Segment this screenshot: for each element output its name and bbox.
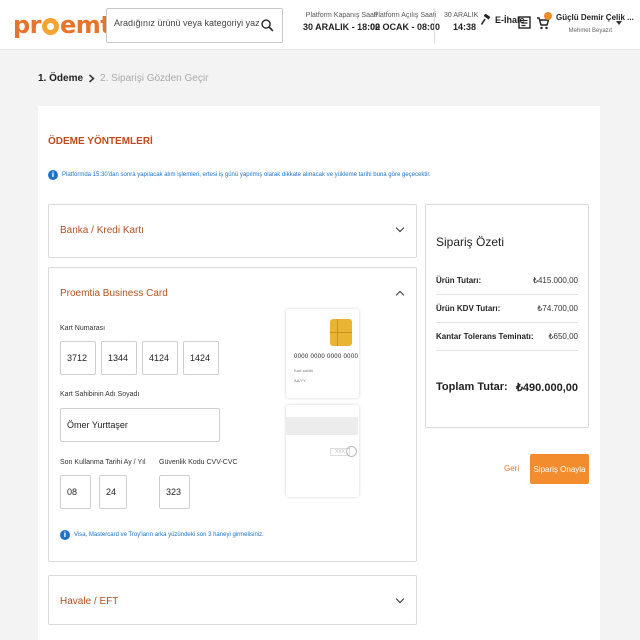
- cvv-field[interactable]: 323: [159, 475, 190, 509]
- bank-card-title: Banka / Kredi Kartı: [60, 225, 144, 236]
- cvv-highlight-icon: [346, 446, 357, 457]
- chevron-down-icon[interactable]: [395, 594, 405, 604]
- chevron-down-icon[interactable]: [616, 21, 622, 25]
- payment-methods-title: ÖDEME YÖNTEMLERİ: [48, 136, 153, 147]
- chevron-down-icon[interactable]: [395, 223, 405, 233]
- total-label: Toplam Tutar:: [436, 381, 508, 393]
- summary-value: ₺650,00: [548, 332, 578, 341]
- transfer-title: Havale / EFT: [60, 596, 119, 607]
- info-notice-text: Platformda 15:30'dan sonra yapılacak alı…: [62, 172, 431, 178]
- card-back-preview: XXX: [286, 405, 359, 497]
- summary-divider: [436, 294, 578, 295]
- opening-time-value: 02 OCAK - 08:00: [370, 22, 441, 32]
- card-holder-field[interactable]: Ömer Yurttaşer: [60, 408, 220, 442]
- breadcrumb: 1. Ödeme 2. Siparişi Gözden Geçir: [38, 73, 208, 84]
- summary-row-product: Ürün Tutarı: ₺415.000,00: [436, 276, 578, 285]
- card-number-part-3[interactable]: 4124: [142, 341, 178, 375]
- search-box[interactable]: [106, 8, 283, 43]
- current-time: 14:38: [453, 22, 477, 32]
- card-number-label: Kart Numarası: [60, 325, 106, 332]
- current-datetime: 30 ARALIK 14:38: [444, 12, 478, 32]
- closing-time-label: Platform Kapanış Saati: [305, 12, 378, 19]
- summary-total: Toplam Tutar: ₺490.000,00: [436, 381, 578, 394]
- card-chip-icon: [330, 319, 352, 346]
- info-notice: i Platformda 15:30'dan sonra yapılacak a…: [48, 170, 431, 180]
- user-name: Mehmet Beyazıt: [568, 28, 612, 34]
- platform-opening-time: Platform Açılış Saati 02 OCAK - 08:00: [370, 12, 440, 32]
- info-icon: i: [60, 530, 70, 540]
- summary-divider: [436, 322, 578, 323]
- summary-label: Ürün KDV Tutarı:: [436, 304, 501, 313]
- current-date: 30 ARALIK: [444, 12, 479, 19]
- opening-time-label: Platform Açılış Saati: [373, 12, 437, 19]
- card-preview-holder: Kart sahibi: [294, 368, 313, 373]
- logo-ring-icon: [42, 18, 60, 35]
- expiry-month-field[interactable]: 08: [60, 475, 91, 509]
- checkout-card: ÖDEME YÖNTEMLERİ i Platformda 15:30'dan …: [38, 106, 600, 640]
- summary-value: ₺415.000,00: [532, 276, 578, 285]
- document-icon[interactable]: [518, 16, 531, 29]
- search-icon[interactable]: [261, 19, 274, 32]
- card-holder-label: Kart Sahibinin Adı Soyadı: [60, 391, 140, 398]
- order-summary: Sipariş Özeti Ürün Tutarı: ₺415.000,00 Ü…: [425, 204, 589, 428]
- card-number-part-2[interactable]: 1344: [101, 341, 137, 375]
- user-menu[interactable]: Güçlü Demir Çelik ... Mehmet Beyazıt: [556, 13, 634, 34]
- order-summary-title: Sipariş Özeti: [436, 235, 505, 249]
- cvv-note-text: Visa, Mastercard ve Troy'ların arka yüzü…: [74, 532, 264, 538]
- summary-row-vat: Ürün KDV Tutarı: ₺74.700,00: [436, 304, 578, 313]
- card-number-part-4[interactable]: 1424: [183, 341, 219, 375]
- business-card-panel: Proemtia Business Card Kart Numarası 371…: [48, 267, 417, 562]
- back-button[interactable]: Geri: [504, 464, 519, 473]
- top-header: premtia Platform Kapanış Saati 30 ARALIK…: [0, 0, 640, 50]
- bank-card-panel[interactable]: Banka / Kredi Kartı: [48, 204, 417, 258]
- cvv-note: i Visa, Mastercard ve Troy'ların arka yü…: [60, 530, 264, 540]
- cart-badge: [544, 12, 552, 20]
- chevron-up-icon[interactable]: [395, 290, 405, 300]
- header-divider: [434, 8, 435, 44]
- closing-time-value: 30 ARALIK - 18:00: [303, 22, 381, 32]
- chevron-right-icon: [89, 74, 95, 83]
- total-value: ₺490.000,00: [515, 382, 578, 394]
- card-number-part-1[interactable]: 3712: [60, 341, 96, 375]
- card-front-preview: 0000 0000 0000 0000 Kart sahibi AA/YY: [286, 309, 359, 398]
- gavel-icon: [480, 14, 491, 25]
- search-input[interactable]: [114, 18, 259, 28]
- summary-label: Ürün Tutarı:: [436, 276, 482, 285]
- summary-value: ₺74.700,00: [537, 304, 578, 313]
- confirm-order-button[interactable]: Sipariş Onayla: [530, 454, 589, 484]
- breadcrumb-step-payment[interactable]: 1. Ödeme: [38, 73, 83, 84]
- breadcrumb-step-review: 2. Siparişi Gözden Geçir: [100, 73, 209, 84]
- card-preview-number: 0000 0000 0000 0000: [294, 354, 359, 360]
- summary-label: Kantar Tolerans Teminatı:: [436, 332, 534, 341]
- summary-row-tolerance: Kantar Tolerans Teminatı: ₺650,00: [436, 332, 578, 341]
- business-card-title[interactable]: Proemtia Business Card: [60, 288, 168, 299]
- expiry-year-field[interactable]: 24: [99, 475, 127, 509]
- transfer-panel[interactable]: Havale / EFT: [48, 575, 417, 625]
- info-icon: i: [48, 170, 58, 180]
- platform-closing-time: Platform Kapanış Saati 30 ARALIK - 18:00: [303, 12, 380, 32]
- magnetic-stripe: [286, 417, 358, 435]
- user-company: Güçlü Demir Çelik ...: [556, 13, 634, 22]
- expiry-label: Son Kullanma Tarihi Ay / Yıl: [60, 459, 146, 466]
- card-preview-expiry: AA/YY: [294, 378, 306, 383]
- summary-divider: [436, 350, 578, 351]
- cvv-label: Güvenlik Kodu CVV-CVC: [159, 459, 238, 466]
